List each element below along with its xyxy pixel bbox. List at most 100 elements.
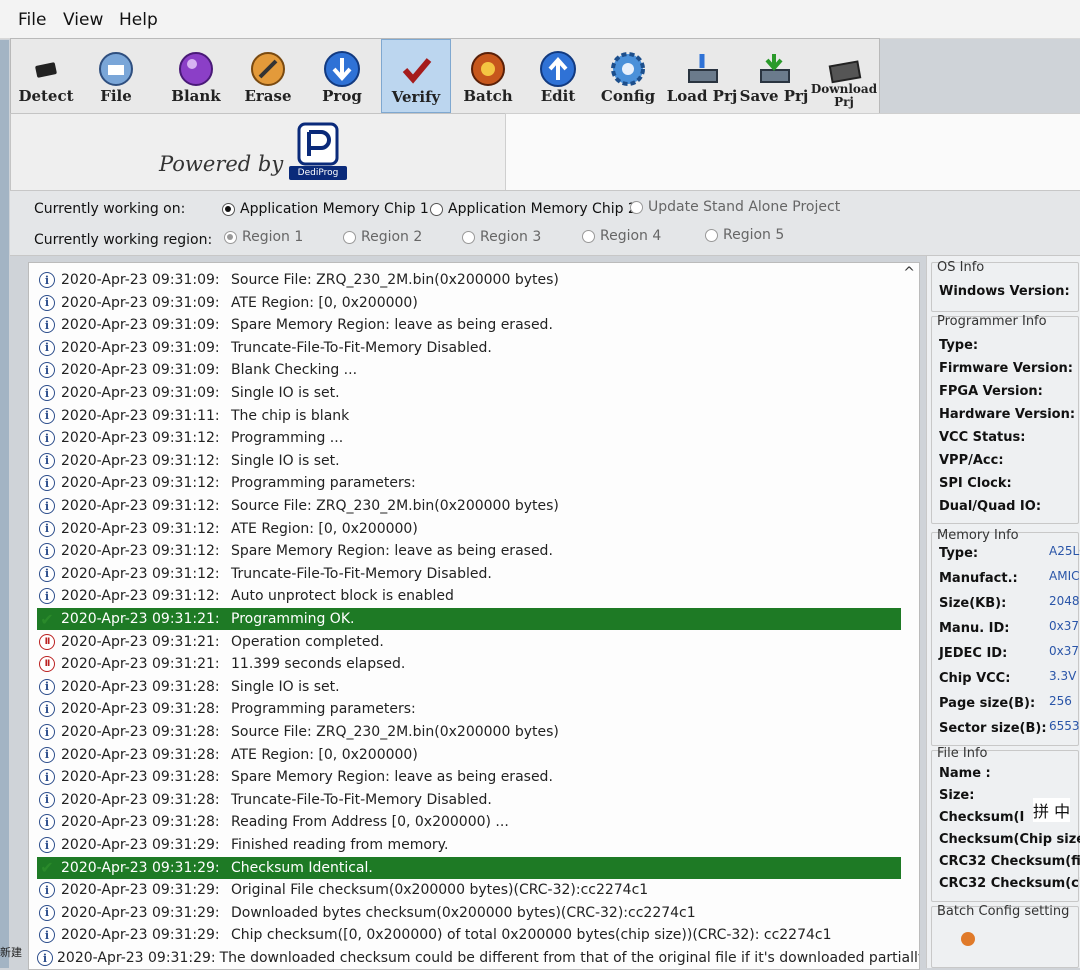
- log-message: The chip is blank: [231, 407, 350, 424]
- log-row: i 2020-Apr-23 09:31:12: Programming parame…: [37, 472, 901, 494]
- menu-file[interactable]: File: [18, 10, 46, 30]
- log-row: i 2020-Apr-23 09:31:28: ATE Region: [0, 0x…: [37, 744, 901, 766]
- log-row: i 2020-Apr-23 09:31:09: Blank Checking ...: [37, 359, 901, 381]
- radio-chip-2[interactable]: Application Memory Chip 2: [430, 201, 637, 217]
- memory-field-label: JEDEC ID:: [939, 646, 1008, 661]
- menu-bar: File View Help: [0, 0, 1080, 39]
- log-timestamp: 2020-Apr-23 09:31:29:: [61, 859, 220, 876]
- info-icon: i: [37, 699, 57, 719]
- programmer-field-label: FPGA Version:: [939, 384, 1043, 399]
- radio-region-3[interactable]: Region 3: [462, 229, 541, 245]
- log-row: i 2020-Apr-23 09:31:11: The chip is blank: [37, 405, 901, 427]
- info-icon: i: [37, 564, 57, 584]
- batch-config-title: Batch Config setting: [937, 904, 1070, 919]
- radio-region-2[interactable]: Region 2: [343, 229, 422, 245]
- config-button[interactable]: Config: [593, 39, 663, 113]
- batch-icon: [468, 49, 508, 89]
- info-sidebar: OS Info Windows Version: Programmer Info…: [926, 256, 1080, 968]
- log-row: i 2020-Apr-23 09:31:29: Chip checksum([0, …: [37, 924, 901, 946]
- scroll-up-icon[interactable]: ^: [903, 265, 915, 281]
- log-row: ✔ 2020-Apr-23 09:31:21: Programming OK.: [37, 608, 901, 630]
- verify-button[interactable]: Verify: [381, 39, 451, 113]
- log-timestamp: 2020-Apr-23 09:31:12:: [61, 520, 220, 537]
- ime-indicator[interactable]: 拼 中: [1033, 798, 1071, 822]
- toolbar: Detect File Blank Erase Prog Verify Batc…: [10, 38, 880, 114]
- memory-field-label: Page size(B):: [939, 696, 1036, 711]
- config-icon: [608, 49, 648, 89]
- log-row: i 2020-Apr-23 09:31:12: Auto unprotect blo…: [37, 585, 901, 607]
- memory-field-label: Type:: [939, 546, 979, 561]
- log-message: Truncate-File-To-Fit-Memory Disabled.: [231, 565, 492, 582]
- file-field-label: Size:: [939, 788, 975, 803]
- log-timestamp: 2020-Apr-23 09:31:12:: [61, 452, 220, 469]
- log-panel[interactable]: ^ i 2020-Apr-23 09:31:09: Source File: ZRQ…: [28, 262, 920, 970]
- file-label: File: [100, 87, 132, 105]
- blank-button[interactable]: Blank: [161, 39, 231, 113]
- log-row: i 2020-Apr-23 09:31:09: ATE Region: [0, 0x…: [37, 292, 901, 314]
- log-timestamp: 2020-Apr-23 09:31:09:: [61, 272, 220, 288]
- edit-button[interactable]: Edit: [523, 39, 593, 113]
- memory-field-value: 256: [1049, 694, 1072, 708]
- batch-button[interactable]: Batch: [453, 39, 523, 113]
- log-message: Single IO is set.: [231, 385, 340, 401]
- log-message: Truncate-File-To-Fit-Memory Disabled.: [231, 791, 492, 808]
- log-message: Spare Memory Region: leave as being eras…: [231, 317, 553, 334]
- file-button[interactable]: File: [81, 39, 151, 113]
- log-message: Single IO is set.: [231, 452, 340, 469]
- verify-icon: [397, 50, 437, 90]
- info-icon: i: [37, 677, 57, 697]
- log-message: Programming OK.: [231, 611, 355, 627]
- log-timestamp: 2020-Apr-23 09:31:12:: [61, 498, 220, 514]
- verify-label: Verify: [391, 88, 441, 106]
- info-icon: i: [37, 745, 57, 765]
- log-timestamp: 2020-Apr-23 09:31:12:: [61, 475, 220, 492]
- programmer-field-label: Type:: [939, 338, 979, 353]
- radio-region-4[interactable]: Region 4: [582, 228, 661, 244]
- info-icon: i: [37, 383, 57, 403]
- checkmark-icon: ✔: [40, 858, 54, 878]
- memory-field-label: Manu. ID:: [939, 621, 1010, 636]
- menu-help[interactable]: Help: [119, 10, 158, 30]
- log-row: i 2020-Apr-23 09:31:12: Spare Memory Regio…: [37, 540, 901, 562]
- save-prj-button[interactable]: Save Prj: [739, 39, 809, 113]
- info-icon: i: [37, 880, 57, 900]
- programmer-field-label: VCC Status:: [939, 430, 1026, 445]
- log-row: i 2020-Apr-23 09:31:12: Single IO is set.: [37, 450, 901, 472]
- log-row: i 2020-Apr-23 09:31:12: Truncate-File-To-F…: [37, 563, 901, 585]
- radio-region-1[interactable]: Region 1: [224, 229, 303, 245]
- log-row: i 2020-Apr-23 09:31:29: Downloaded bytes c…: [37, 902, 901, 924]
- log-timestamp: 2020-Apr-23 09:31:09:: [61, 317, 220, 334]
- working-on-label: Currently working on:: [34, 201, 186, 217]
- log-timestamp: 2020-Apr-23 09:31:12:: [61, 430, 220, 447]
- log-row: i 2020-Apr-23 09:31:12: Programming ...: [37, 427, 901, 449]
- info-icon: i: [37, 428, 57, 448]
- memory-field-value: 6553: [1049, 719, 1080, 733]
- working-region-label: Currently working region:: [34, 232, 213, 248]
- log-timestamp: 2020-Apr-23 09:31:28:: [61, 746, 220, 763]
- info-icon: i: [37, 586, 57, 606]
- info-icon: i: [37, 451, 57, 471]
- log-timestamp: 2020-Apr-23 09:31:12:: [61, 565, 220, 582]
- radio-update-standalone[interactable]: Update Stand Alone Project: [630, 199, 840, 215]
- log-row: i 2020-Apr-23 09:31:09: Single IO is set.: [37, 382, 901, 404]
- detect-button[interactable]: Detect: [11, 39, 81, 113]
- prog-button[interactable]: Prog: [307, 39, 377, 113]
- log-timestamp: 2020-Apr-23 09:31:12:: [61, 588, 220, 605]
- log-timestamp: 2020-Apr-23 09:31:28:: [61, 769, 220, 786]
- log-row: i 2020-Apr-23 09:31:28: Reading From Addre…: [37, 811, 901, 833]
- radio-region-5[interactable]: Region 5: [705, 227, 784, 243]
- log-row: i 2020-Apr-23 09:31:28: Single IO is set.: [37, 676, 901, 698]
- download-prj-button[interactable]: Download Prj: [809, 39, 879, 113]
- log-message: Source File: ZRQ_230_2M.bin(0x200000 byt…: [231, 272, 559, 288]
- menu-view[interactable]: View: [63, 10, 103, 30]
- log-message: Original File checksum(0x200000 bytes)(C…: [231, 882, 649, 899]
- programmer-field-label: SPI Clock:: [939, 476, 1012, 491]
- log-message: Programming parameters:: [231, 475, 416, 492]
- erase-button[interactable]: Erase: [233, 39, 303, 113]
- load-prj-button[interactable]: Load Prj: [667, 39, 737, 113]
- os-info-title: OS Info: [937, 260, 985, 275]
- file-field-label: CRC32 Checksum(ch: [939, 876, 1080, 891]
- info-icon: i: [37, 496, 57, 516]
- file-icon: [96, 49, 136, 89]
- radio-chip-1[interactable]: Application Memory Chip 1: [222, 201, 429, 217]
